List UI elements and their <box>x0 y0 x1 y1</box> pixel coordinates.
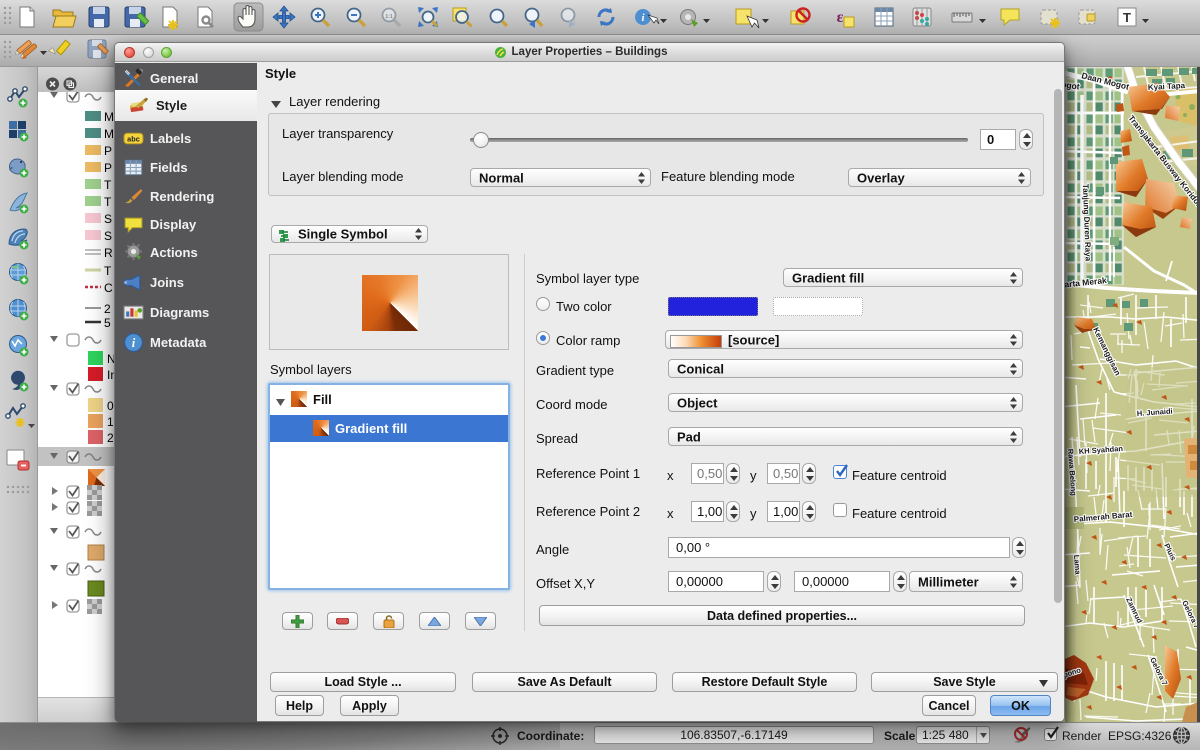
svg-text:T: T <box>1123 10 1131 25</box>
svg-text:abc: abc <box>127 135 140 144</box>
svg-text:P: P <box>104 144 112 158</box>
svg-text:i: i <box>132 336 136 350</box>
svg-text:T: T <box>104 264 112 278</box>
svg-text:S: S <box>104 229 112 243</box>
svg-text:T: T <box>104 195 112 209</box>
svg-text:2: 2 <box>104 302 111 316</box>
svg-text:P: P <box>104 161 112 175</box>
svg-text:2: 2 <box>107 431 114 445</box>
svg-text:5: 5 <box>104 316 111 330</box>
svg-text:1:1: 1:1 <box>385 14 392 20</box>
svg-text:T: T <box>104 178 112 192</box>
svg-text:ε: ε <box>837 9 844 26</box>
svg-text:S: S <box>104 212 112 226</box>
svg-text:0: 0 <box>107 399 114 413</box>
svg-text:1: 1 <box>107 415 114 429</box>
svg-text:R: R <box>104 246 113 260</box>
svg-text:M: M <box>104 110 114 124</box>
svg-text:M: M <box>104 127 114 141</box>
svg-text:C: C <box>104 281 113 295</box>
